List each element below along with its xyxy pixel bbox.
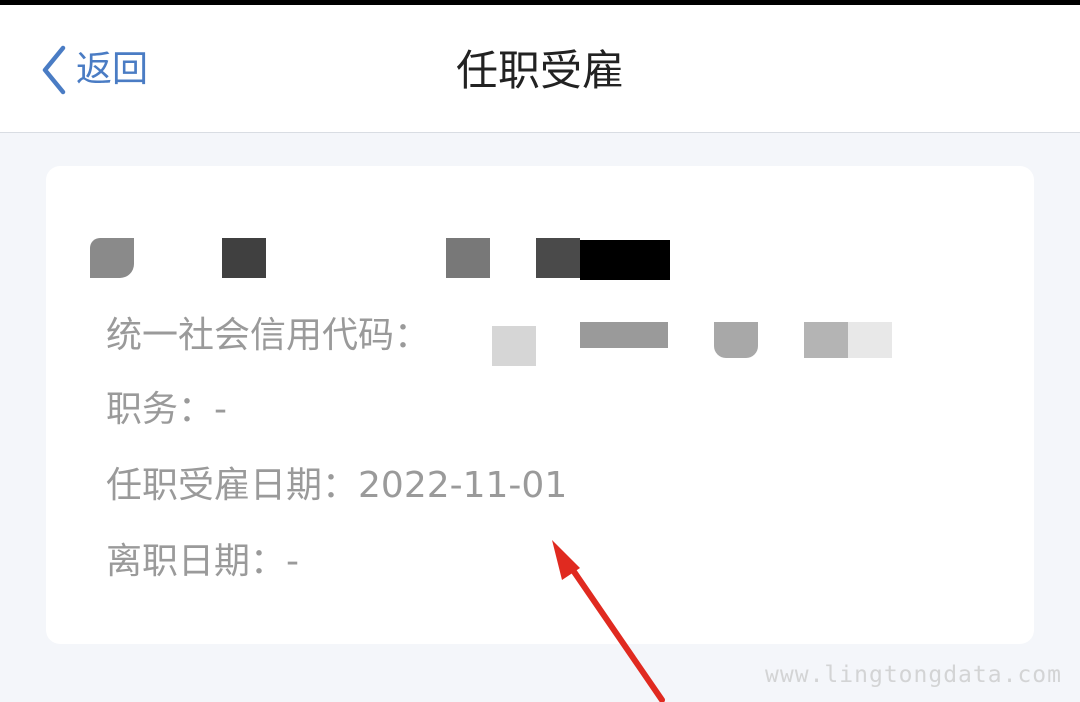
employment-date-label: 任职受雇日期： <box>106 465 359 506</box>
employment-date-row: 任职受雇日期：2022-11-01 <box>106 462 567 510</box>
position-label: 职务： <box>106 389 215 430</box>
position-row: 职务：- <box>106 386 227 434</box>
resignation-date-row: 离职日期：- <box>106 538 299 586</box>
credit-code-label: 统一社会信用代码： <box>106 315 431 356</box>
resignation-date-label: 离职日期： <box>106 541 287 582</box>
company-name-redacted <box>90 232 690 280</box>
watermark: www.lingtongdata.com <box>765 662 1062 688</box>
employment-record-card[interactable]: 统一社会信用代码： 职务：- 任职受雇日期：2022-11-01 离职日期：- <box>46 166 1034 644</box>
resignation-date-value: - <box>286 541 300 582</box>
nav-bar: 返回 任职受雇 <box>0 5 1080 133</box>
credit-code-value-redacted <box>492 322 912 366</box>
credit-code-row: 统一社会信用代码： <box>106 312 430 360</box>
page-title: 任职受雇 <box>455 46 624 95</box>
position-value: - <box>214 389 228 430</box>
employment-date-value: 2022-11-01 <box>358 465 568 506</box>
